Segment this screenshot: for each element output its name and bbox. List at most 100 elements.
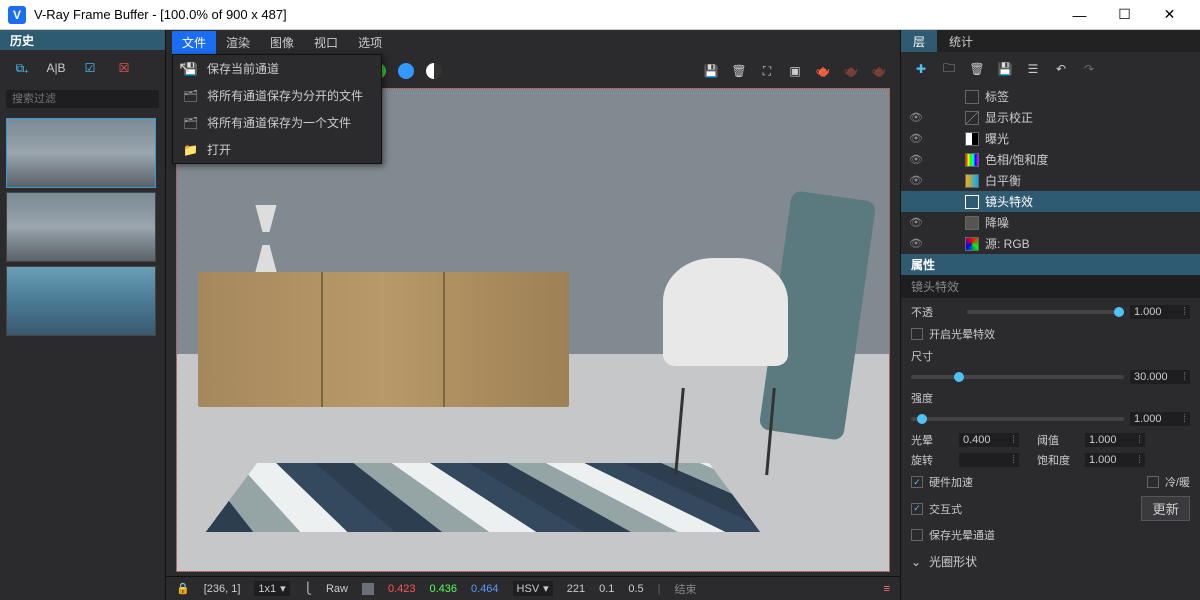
layer-lens-fx[interactable]: 镜头特效: [901, 191, 1200, 212]
cold-warm-checkbox[interactable]: [1147, 476, 1159, 488]
status-h: 221: [567, 583, 585, 595]
hw-accel-checkbox[interactable]: [911, 476, 923, 488]
layer-hue-sat[interactable]: 👁色相/饱和度: [901, 149, 1200, 170]
status-s: 0.1: [599, 583, 614, 595]
tab-layers[interactable]: 层: [901, 30, 937, 52]
search-input[interactable]: [6, 90, 160, 108]
saturation-label: 饱和度: [1037, 452, 1077, 468]
delete-tool-icon[interactable]: 🗑: [728, 60, 750, 82]
save-layer-icon[interactable]: 💾: [995, 60, 1015, 78]
teapot-render-icon[interactable]: 🫖: [812, 60, 834, 82]
status-g: 0.436: [429, 583, 457, 595]
list-icon[interactable]: ☰: [1023, 60, 1043, 78]
aperture-section[interactable]: ⌄ 光圈形状: [901, 549, 1200, 574]
menu-save-current[interactable]: 💾保存当前通道: [173, 55, 381, 82]
layer-label[interactable]: 标签: [901, 86, 1200, 107]
bloom-value[interactable]: 0.400⁞: [959, 433, 1019, 447]
history-thumbs: [0, 112, 165, 342]
layer-white-balance[interactable]: 👁白平衡: [901, 170, 1200, 191]
zoom-dropdown[interactable]: 1x1▾: [254, 581, 289, 596]
size-value[interactable]: 30.000⁞: [1130, 370, 1190, 384]
check-icon[interactable]: ☑: [78, 58, 102, 78]
menu-render[interactable]: 渲染: [216, 31, 260, 54]
history-header: 历史: [0, 30, 165, 50]
menu-save-separate[interactable]: 🗂将所有通道保存为分开的文件: [173, 82, 381, 109]
tab-stats[interactable]: 统计: [937, 30, 985, 52]
intensity-slider[interactable]: [911, 417, 1124, 421]
status-end: 结束: [675, 581, 697, 597]
bloom-checkbox[interactable]: [911, 328, 923, 340]
lock-icon[interactable]: 🔒: [176, 582, 190, 595]
curve-icon[interactable]: ⎩: [304, 582, 312, 595]
folder-icon: 📁: [183, 143, 197, 157]
history-toolbar: ⧉₊ A|B ☑ ☒: [0, 50, 165, 86]
opacity-slider[interactable]: [967, 310, 1124, 314]
rotate-label: 旋转: [911, 452, 951, 468]
search-row: 🔍 ▾: [6, 90, 159, 108]
add-layer-icon[interactable]: ✚: [911, 60, 931, 78]
right-panel: 层 统计 ✚ 🗀 🗑 💾 ☰ ↶ ↷ 标签 👁显示校正 👁曝光 👁色相/饱和度 …: [900, 30, 1200, 600]
layer-display-correction[interactable]: 👁显示校正: [901, 107, 1200, 128]
color-swatch: [362, 583, 374, 595]
history-thumb-2[interactable]: [6, 192, 156, 262]
props-subtitle: 镜头特效: [901, 275, 1200, 298]
interactive-checkbox[interactable]: [911, 503, 923, 515]
menu-save-single[interactable]: 🗂将所有通道保存为一个文件: [173, 109, 381, 136]
history-thumb-1[interactable]: [6, 118, 156, 188]
prop-opacity: 不透 1.000⁞: [911, 304, 1190, 320]
threshold-value[interactable]: 1.000⁞: [1085, 433, 1145, 447]
statusbar: 🔒 [236, 1] 1x1▾ ⎩ Raw 0.423 0.436 0.464 …: [166, 576, 900, 600]
teapot-2-icon[interactable]: 🫖: [840, 60, 862, 82]
saturation-value[interactable]: 1.000⁞: [1085, 453, 1145, 467]
save-tool-icon[interactable]: 💾: [700, 60, 722, 82]
menu-viewport[interactable]: 视口: [304, 31, 348, 54]
layer-exposure[interactable]: 👁曝光: [901, 128, 1200, 149]
status-v: 0.5: [628, 583, 643, 595]
rotate-value[interactable]: ⁞: [959, 453, 1019, 467]
undo-icon[interactable]: ↶: [1051, 60, 1071, 78]
add-icon[interactable]: ⧉₊: [10, 58, 34, 78]
threshold-label: 阈值: [1037, 432, 1077, 448]
history-sidebar: 历史 ⧉₊ A|B ☑ ☒ 🔍 ▾: [0, 30, 166, 600]
expand-icon[interactable]: ≡: [884, 583, 890, 595]
menu-file[interactable]: 文件: [172, 31, 216, 54]
titlebar: V V-Ray Frame Buffer - [100.0% of 900 x …: [0, 0, 1200, 30]
file-dropdown: 💾保存当前通道 🗂将所有通道保存为分开的文件 🗂将所有通道保存为一个文件 📁打开: [172, 54, 382, 164]
channel-blue[interactable]: [395, 60, 417, 82]
teapot-3-icon[interactable]: 🫖: [868, 60, 890, 82]
intensity-value[interactable]: 1.000⁞: [1130, 412, 1190, 426]
maximize-button[interactable]: ☐: [1102, 0, 1147, 30]
app-logo: V: [8, 6, 26, 24]
close-button[interactable]: ✕: [1147, 0, 1192, 30]
status-coords: [236, 1]: [204, 583, 241, 595]
layers-list: 标签 👁显示校正 👁曝光 👁色相/饱和度 👁白平衡 镜头特效 👁降噪 👁源: R…: [901, 86, 1200, 254]
opacity-value[interactable]: 1.000⁞: [1130, 305, 1190, 319]
menu-options[interactable]: 选项: [348, 31, 392, 54]
window-title: V-Ray Frame Buffer - [100.0% of 900 x 48…: [34, 7, 1057, 22]
minimize-button[interactable]: ―: [1057, 0, 1102, 30]
save-glare-checkbox[interactable]: [911, 529, 923, 541]
ab-icon[interactable]: A|B: [44, 58, 68, 78]
delete-layer-icon[interactable]: 🗑: [967, 60, 987, 78]
props-body: 不透 1.000⁞ 开启光晕特效 尺寸 30.000⁞ 强度 1.000⁞ 光晕…: [901, 298, 1200, 549]
history-thumb-3[interactable]: [6, 266, 156, 336]
region-tool-icon[interactable]: ⛶: [756, 60, 778, 82]
bloom-label: 光晕: [911, 432, 951, 448]
delete-icon[interactable]: ☒: [112, 58, 136, 78]
redo-icon[interactable]: ↷: [1079, 60, 1099, 78]
channel-bw[interactable]: [423, 60, 445, 82]
layer-source[interactable]: 👁源: RGB: [901, 233, 1200, 254]
update-button[interactable]: 更新: [1141, 496, 1190, 521]
prop-enable-bloom[interactable]: 开启光晕特效: [911, 326, 1190, 342]
cursor-icon: ↖: [178, 58, 191, 78]
folder-layer-icon[interactable]: 🗀: [939, 60, 959, 78]
right-tabs: 层 统计: [901, 30, 1200, 52]
menu-image[interactable]: 图像: [260, 31, 304, 54]
layers-toolbar: ✚ 🗀 🗑 💾 ☰ ↶ ↷: [901, 52, 1200, 86]
size-slider[interactable]: [911, 375, 1124, 379]
colorspace-dropdown[interactable]: HSV▾: [513, 581, 553, 596]
layer-denoise[interactable]: 👁降噪: [901, 212, 1200, 233]
frame-tool-icon[interactable]: ▣: [784, 60, 806, 82]
menu-open[interactable]: 📁打开: [173, 136, 381, 163]
save-single-icon: 🗂: [183, 116, 197, 130]
